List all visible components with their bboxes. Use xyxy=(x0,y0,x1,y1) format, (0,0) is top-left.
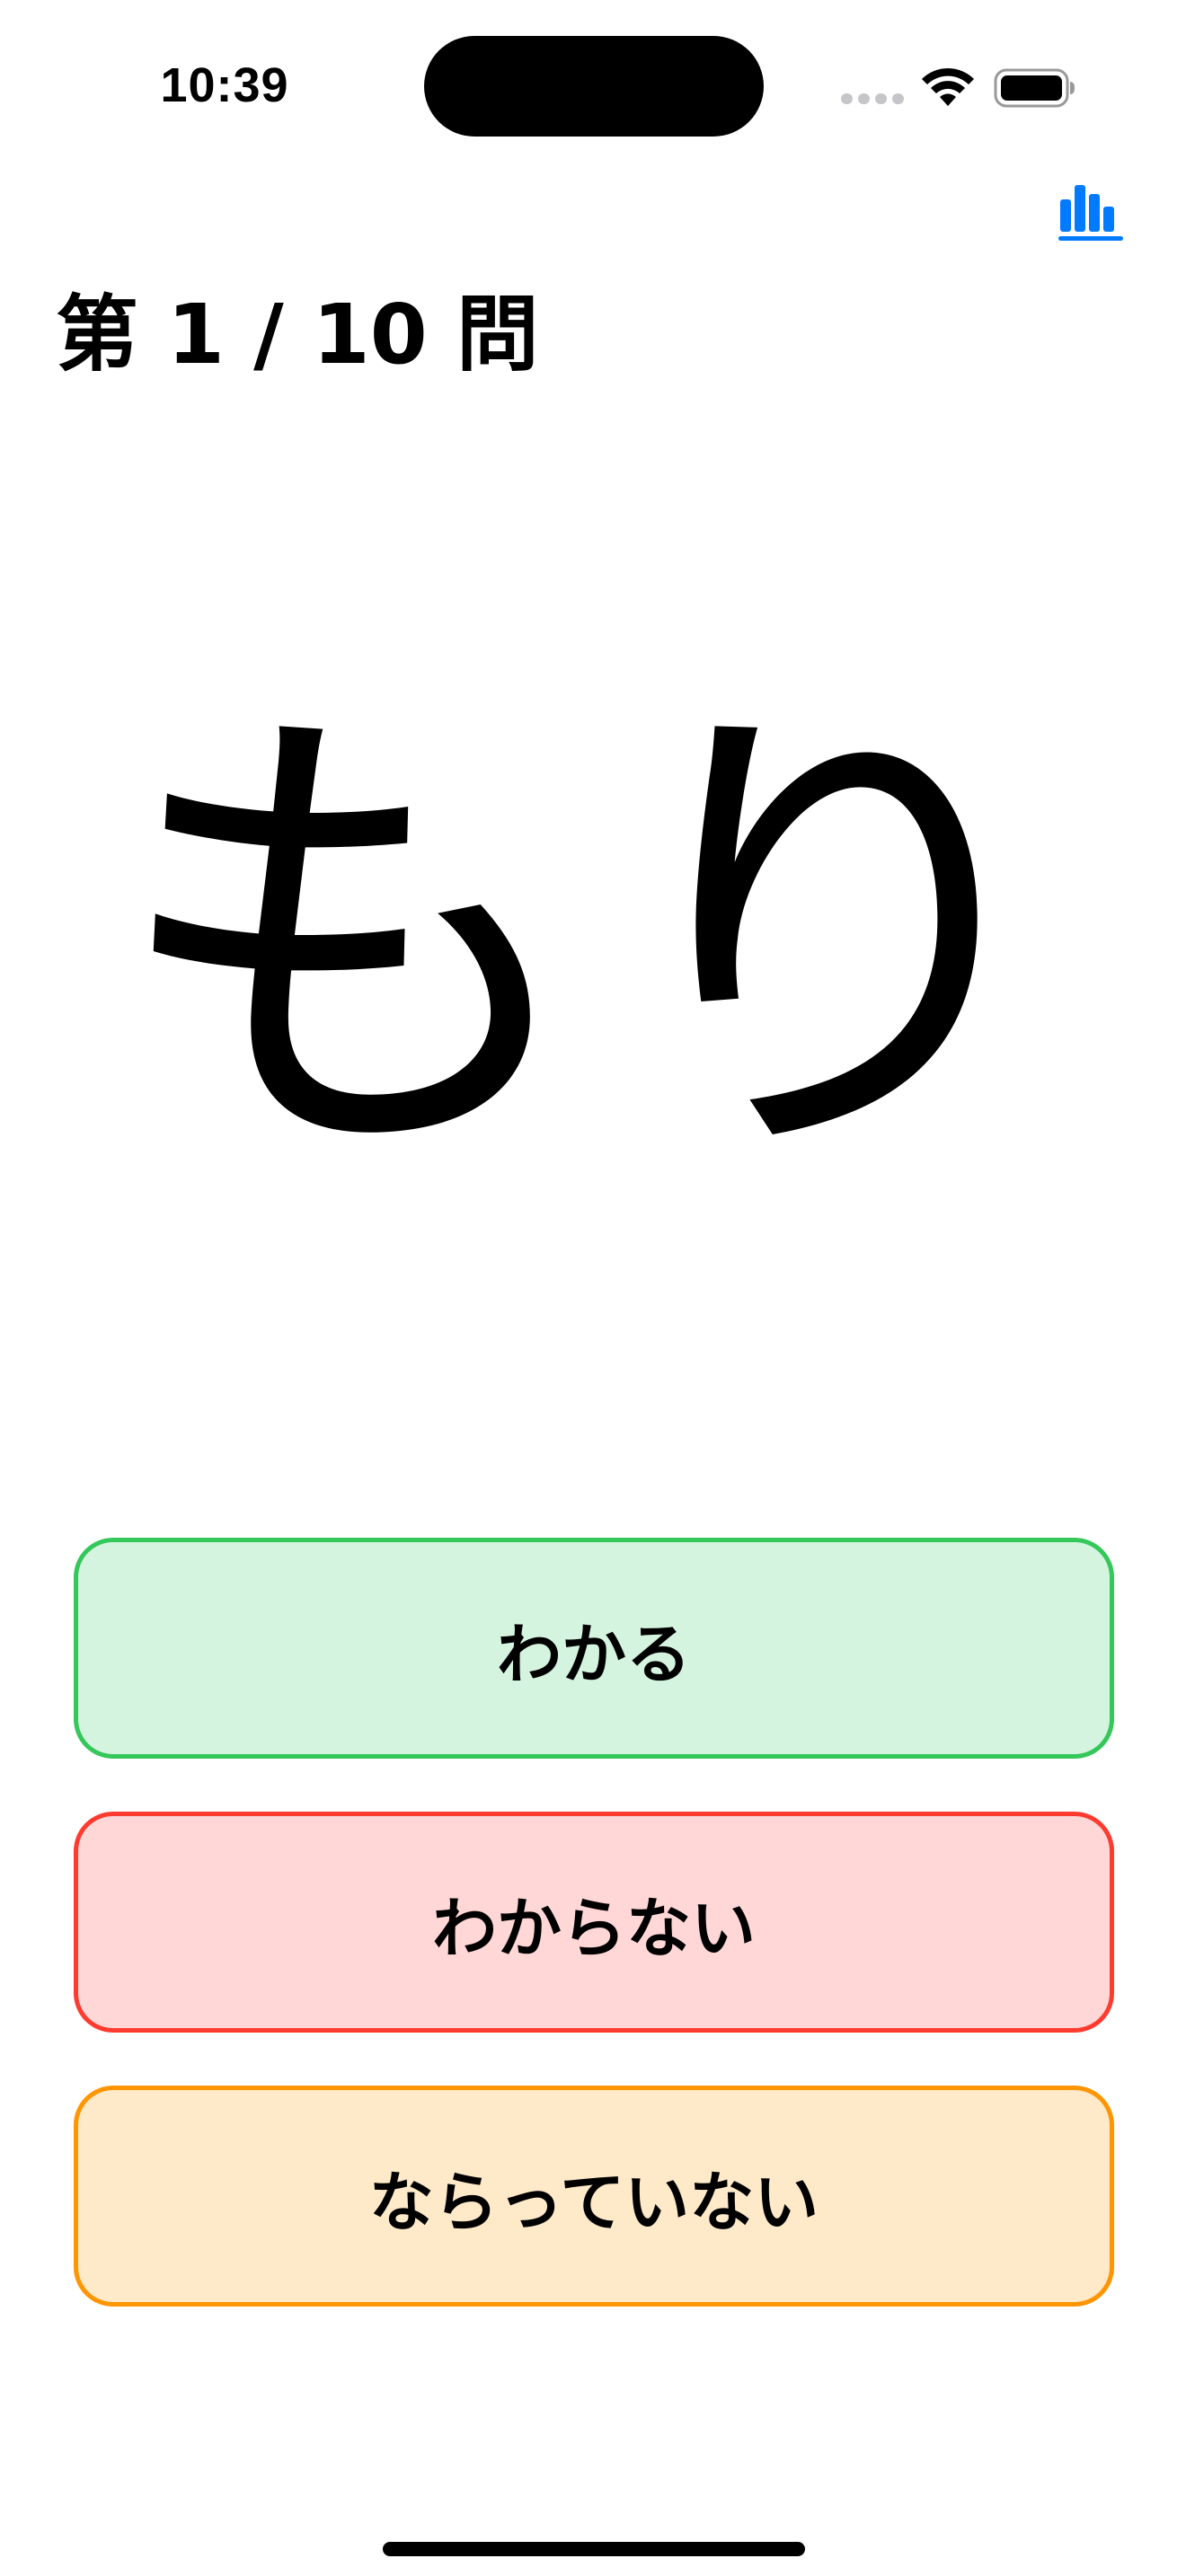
dont-know-button-label: わからない xyxy=(431,1890,756,1966)
bar-chart-icon[interactable] xyxy=(1057,180,1127,244)
wifi-icon xyxy=(922,67,974,106)
home-indicator[interactable] xyxy=(383,2542,805,2556)
dont-know-button[interactable]: わからない xyxy=(74,1812,1114,2033)
question-word: もり xyxy=(108,661,1078,1225)
not-learned-button[interactable]: ならっていない xyxy=(74,2086,1114,2307)
not-learned-button-label: ならっていない xyxy=(368,2164,819,2240)
status-time: 10:39 xyxy=(160,58,289,112)
know-button-label: わかる xyxy=(496,1616,691,1692)
battery-icon xyxy=(994,68,1075,108)
question-counter: 第 1 / 10 問 xyxy=(56,287,539,383)
dynamic-island xyxy=(424,36,764,137)
cellular-signal-icon xyxy=(841,93,904,106)
know-button[interactable]: わかる xyxy=(74,1538,1114,1759)
